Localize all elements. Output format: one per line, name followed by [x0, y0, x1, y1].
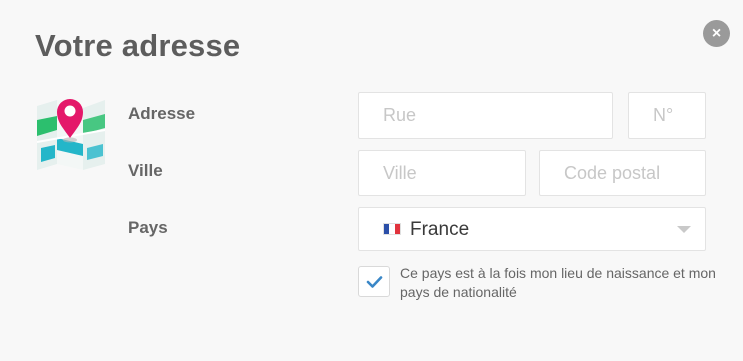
postal-code-input[interactable]	[539, 150, 706, 196]
same-country-checkbox[interactable]	[358, 266, 390, 297]
address-dialog: Votre adresse × Adresse Ville Pays Franc…	[0, 0, 743, 361]
city-input[interactable]	[358, 150, 526, 196]
close-button[interactable]: ×	[703, 20, 730, 47]
same-country-label: Ce pays est à la fois mon lieu de naissa…	[400, 265, 716, 300]
close-icon: ×	[711, 24, 722, 42]
address-label: Adresse	[128, 104, 196, 123]
city-label: Ville	[128, 161, 163, 180]
street-number-input[interactable]	[628, 92, 706, 139]
street-input[interactable]	[358, 92, 613, 139]
dialog-title: Votre adresse	[35, 28, 241, 63]
country-selected-value: France	[410, 219, 470, 240]
chevron-down-icon	[677, 226, 691, 233]
country-select[interactable]: France	[358, 207, 706, 251]
checkmark-icon	[366, 276, 383, 288]
map-pin-icon	[36, 99, 106, 170]
france-flag-icon	[383, 223, 401, 235]
country-label: Pays	[128, 218, 168, 237]
